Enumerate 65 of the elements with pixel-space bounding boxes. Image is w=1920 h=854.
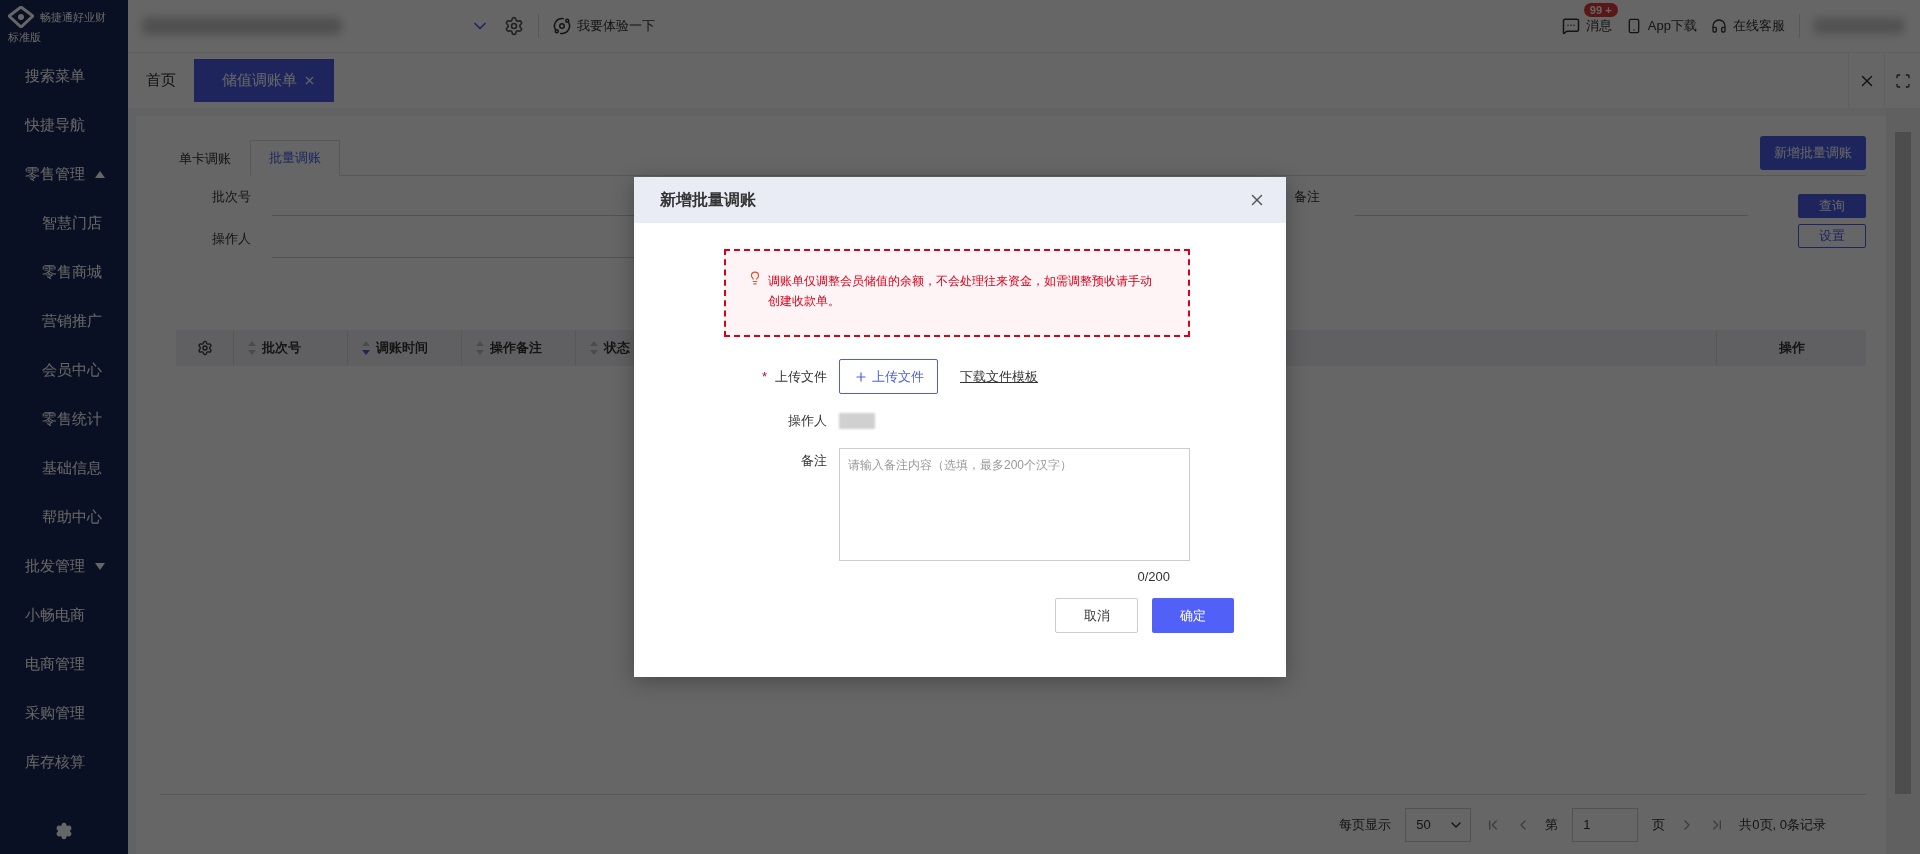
nav-item[interactable]: 库存核算 — [0, 738, 128, 787]
confirm-button[interactable]: 确定 — [1152, 598, 1234, 633]
lightbulb-icon — [748, 271, 762, 285]
nav-item[interactable]: 快捷导航 — [0, 101, 128, 150]
column-header[interactable]: 调账时间 — [376, 339, 428, 357]
page-number-field[interactable]: 1 — [1572, 807, 1639, 842]
download-template-link[interactable]: 下载文件模板 — [960, 367, 1038, 386]
page-summary: 共0页, 0条记录 — [1739, 815, 1826, 834]
plus-icon — [853, 369, 868, 384]
query-button[interactable]: 查询 — [1798, 194, 1866, 218]
field-label: 备注 — [1294, 188, 1321, 206]
sort-icon[interactable] — [362, 341, 370, 355]
message-count-badge: 99 + — [1583, 3, 1618, 17]
message-icon — [1561, 17, 1580, 35]
messages-link[interactable]: 消息 — [1561, 17, 1612, 35]
logo-icon — [8, 6, 34, 28]
page-tab[interactable]: 首页 — [128, 59, 194, 102]
nav-item[interactable]: 零售管理 — [0, 150, 128, 199]
field-label: 操作人 — [212, 230, 252, 248]
nav-subitem[interactable]: 基础信息 — [0, 444, 128, 493]
cancel-button[interactable]: 取消 — [1055, 598, 1138, 633]
new-batch-adjustment-button[interactable]: 新增批量调账 — [1760, 135, 1866, 170]
nav-item[interactable]: 电商管理 — [0, 640, 128, 689]
page-tab[interactable]: 储值调账单 — [194, 59, 334, 102]
nav-subitem[interactable]: 帮助中心 — [0, 493, 128, 542]
field-label: 批次号 — [212, 188, 252, 206]
column-header[interactable]: 批次号 — [262, 339, 301, 357]
fullscreen-icon[interactable] — [1894, 72, 1911, 89]
sub-tab[interactable]: 批量调账 — [250, 140, 340, 176]
nav-item[interactable]: 批发管理 — [0, 542, 128, 591]
nav-subitem[interactable]: 会员中心 — [0, 346, 128, 395]
page-size-label: 每页显示 — [1339, 815, 1392, 834]
nav-subitem[interactable]: 零售统计 — [0, 395, 128, 444]
upload-file-button[interactable]: 上传文件 — [839, 359, 938, 394]
settings-icon[interactable] — [504, 16, 524, 36]
required-mark: * — [761, 369, 767, 384]
nav-subitem[interactable]: 营销推广 — [0, 297, 128, 346]
remark-field[interactable]: 请输入备注内容（选填，最多200个汉字） — [839, 448, 1190, 561]
operator-label: 操作人 — [788, 412, 827, 430]
brand-name: 畅捷通好业财 — [40, 9, 106, 25]
headset-icon — [1711, 18, 1727, 34]
nav-item[interactable]: 采购管理 — [0, 689, 128, 738]
character-counter: 0/200 — [1137, 569, 1170, 584]
redacted-name — [839, 413, 875, 429]
edition-label: 标准版 — [8, 30, 42, 45]
remark-label: 备注 — [801, 452, 827, 470]
dialog-title: 新增批量调账 — [660, 189, 756, 210]
notice-text: 调账单仅调整会员储值的余额，不会处理往来资金，如需调整预收请手动创建收款单。 — [768, 273, 1153, 310]
settings-button[interactable]: 设置 — [1798, 224, 1866, 248]
page-suffix: 页 — [1652, 815, 1666, 834]
planet-icon — [553, 17, 571, 35]
settings-icon[interactable] — [196, 340, 213, 356]
column-header[interactable]: 状态 — [604, 339, 630, 357]
nav-subitem[interactable]: 零售商城 — [0, 248, 128, 297]
column-header[interactable]: 操作备注 — [490, 339, 542, 357]
nav-subitem[interactable]: 智慧门店 — [0, 199, 128, 248]
upload-label: 上传文件 — [775, 367, 827, 386]
nav-item[interactable]: 小畅电商 — [0, 591, 128, 640]
online-service-link[interactable]: 在线客服 — [1711, 17, 1785, 35]
app-download-link[interactable]: App下载 — [1625, 17, 1697, 35]
nav-item[interactable]: 搜索菜单 — [0, 52, 128, 101]
page-prefix: 第 — [1545, 815, 1559, 834]
column-header: 操作 — [1716, 330, 1866, 366]
page-size-select[interactable]: 50 — [1405, 807, 1472, 842]
close-icon[interactable] — [303, 74, 316, 87]
